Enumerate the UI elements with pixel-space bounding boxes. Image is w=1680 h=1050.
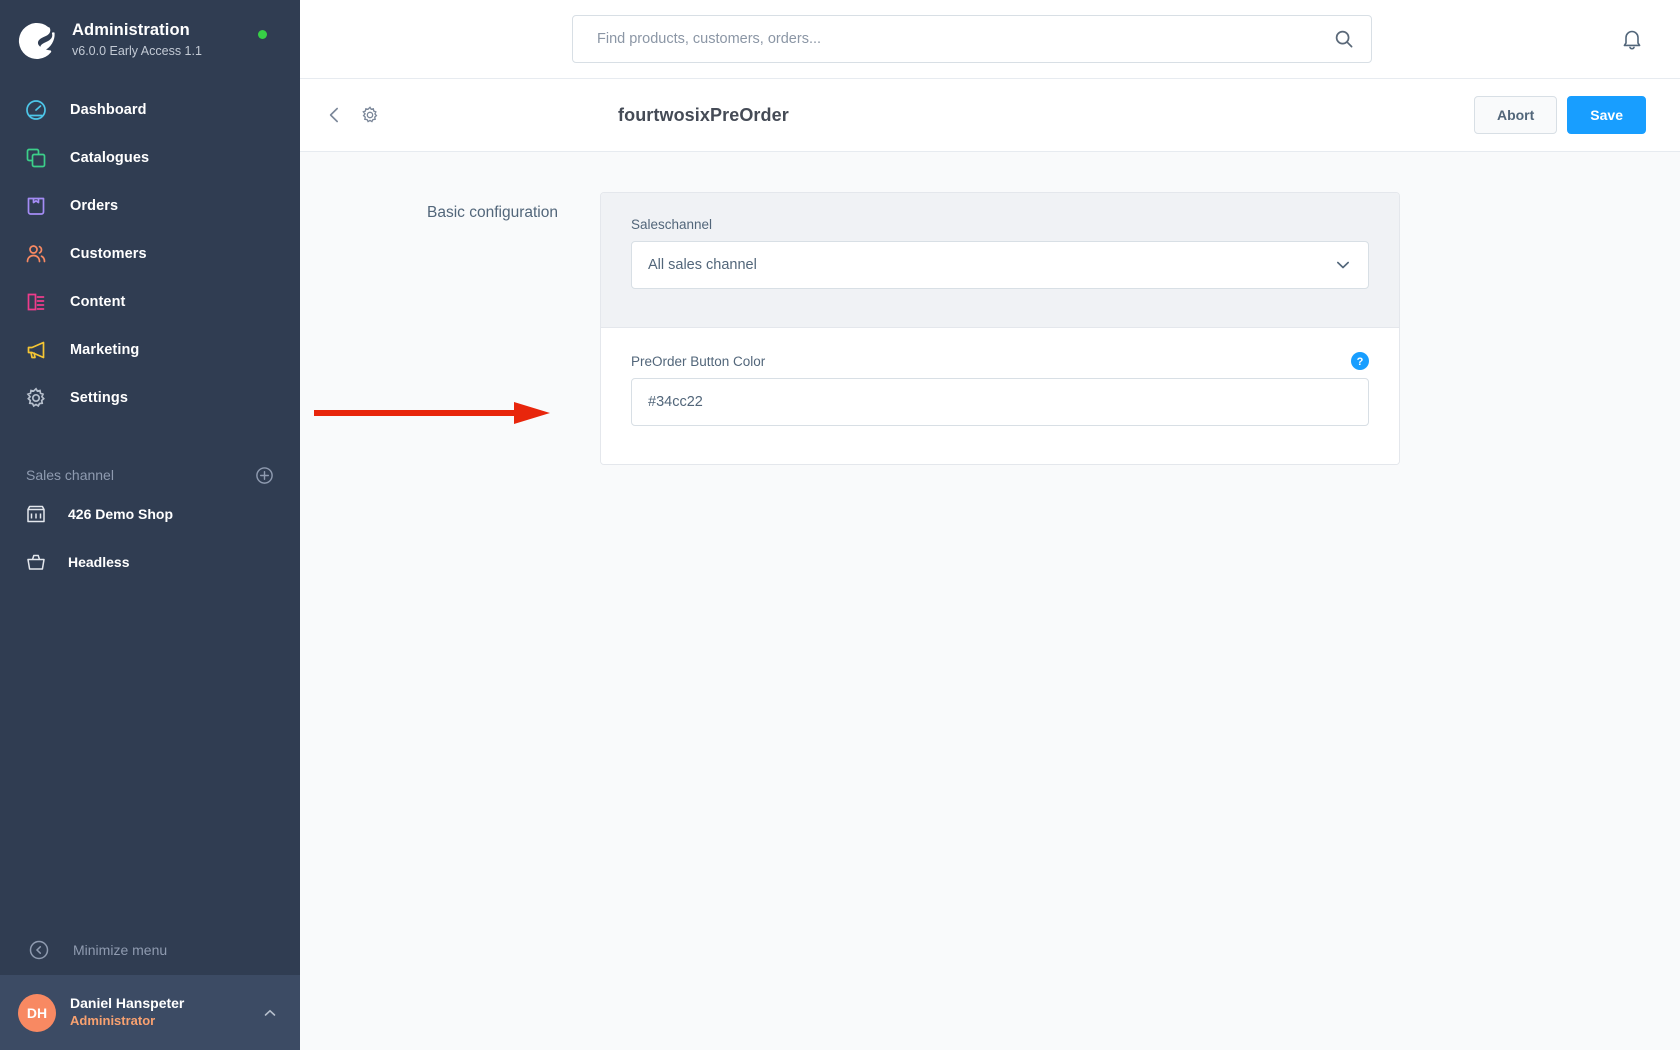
user-role: Administrator: [70, 1013, 156, 1029]
preorder-color-section: PreOrder Button Color ?: [601, 328, 1399, 464]
sidebar-item-label: Marketing: [70, 342, 140, 358]
gear-icon[interactable]: [360, 105, 380, 125]
section-label: Basic configuration: [427, 204, 558, 221]
basic-configuration-card: Saleschannel All sales channel PreOrder …: [600, 192, 1400, 465]
orders-icon: [23, 193, 49, 219]
sidebar-item-label: Catalogues: [70, 150, 150, 166]
brand-title: Administration: [72, 21, 190, 40]
page-header-actions: Abort Save: [1473, 96, 1646, 134]
sidebar-item-headless[interactable]: Headless: [0, 538, 300, 586]
dashboard-icon: [23, 97, 49, 123]
minimize-menu-button[interactable]: Minimize menu: [0, 925, 300, 975]
config-row: Basic configuration Saleschannel All sal…: [300, 152, 1680, 465]
sidebar-item-label: Dashboard: [70, 102, 147, 118]
saleschannel-label: Saleschannel: [631, 217, 713, 232]
marketing-icon: [23, 337, 49, 363]
sidebar-item-settings[interactable]: Settings: [0, 374, 300, 422]
top-bar: [300, 0, 1680, 79]
sidebar-item-catalogues[interactable]: Catalogues: [0, 134, 300, 182]
basket-icon: [25, 551, 47, 573]
chevron-down-icon[interactable]: [1334, 256, 1352, 274]
chevron-left-circle-icon: [26, 937, 52, 963]
bell-icon[interactable]: [1620, 27, 1644, 51]
plus-circle-icon[interactable]: [255, 466, 274, 485]
sidebar-item-label: Orders: [70, 198, 119, 214]
saleschannel-section: Saleschannel All sales channel: [601, 193, 1399, 328]
sidebar-item-customers[interactable]: Customers: [0, 230, 300, 278]
preorder-color-label: PreOrder Button Color: [631, 354, 766, 369]
search-icon[interactable]: [1334, 29, 1354, 49]
chevron-up-icon[interactable]: [262, 1005, 278, 1021]
shopware-logo-icon: [18, 20, 58, 60]
abort-button[interactable]: Abort: [1473, 96, 1558, 134]
storefront-icon: [25, 503, 47, 525]
page-title: fourtwosixPreOrder: [618, 104, 789, 125]
sidebar-item-label: Customers: [70, 246, 147, 262]
sidebar-item-orders[interactable]: Orders: [0, 182, 300, 230]
brand-version: v6.0.0 Early Access 1.1: [72, 43, 202, 58]
catalogues-icon: [23, 145, 49, 171]
sales-channel-header: Sales channel: [0, 460, 300, 490]
sidebar-item-label: Settings: [70, 390, 128, 406]
main-area: fourtwosixPreOrder Abort Save Basic conf…: [300, 0, 1680, 1050]
saleschannel-value: All sales channel: [648, 257, 757, 273]
user-name: Daniel Hanspeter: [70, 994, 185, 1011]
help-circle-icon[interactable]: ?: [1351, 352, 1369, 370]
minimize-menu-label: Minimize menu: [73, 942, 168, 958]
sidebar-item-content[interactable]: Content: [0, 278, 300, 326]
svg-text:?: ?: [1357, 356, 1364, 368]
sidebar-item-label: Headless: [68, 554, 130, 570]
sales-channel-heading: Sales channel: [26, 467, 114, 483]
main-navigation: Dashboard Catalogues Orders Customers Co…: [0, 86, 300, 422]
sidebar-item-label: Content: [70, 294, 126, 310]
sidebar-item-label: 426 Demo Shop: [68, 506, 174, 522]
avatar: DH: [18, 993, 56, 1032]
page-header: fourtwosixPreOrder Abort Save: [300, 79, 1680, 152]
content-icon: [23, 289, 49, 315]
content-area: Basic configuration Saleschannel All sal…: [300, 152, 1680, 1050]
saleschannel-select[interactable]: All sales channel: [631, 241, 1369, 289]
preorder-color-label-row: PreOrder Button Color ?: [631, 352, 1369, 378]
brand-text-block: Administration v6.0.0 Early Access 1.1: [72, 21, 202, 59]
global-search: [572, 15, 1372, 63]
user-account-menu[interactable]: DH Daniel Hanspeter Administrator: [0, 975, 300, 1050]
brand-header[interactable]: Administration v6.0.0 Early Access 1.1: [0, 0, 300, 78]
gear-icon: [23, 385, 49, 411]
search-input[interactable]: [572, 15, 1372, 63]
user-meta: Daniel Hanspeter Administrator: [70, 995, 262, 1030]
chevron-left-icon[interactable]: [324, 104, 346, 126]
sidebar-item-marketing[interactable]: Marketing: [0, 326, 300, 374]
preorder-color-input[interactable]: [631, 378, 1369, 426]
status-dot-online: [258, 30, 267, 39]
save-button[interactable]: Save: [1567, 96, 1646, 134]
sidebar-item-dashboard[interactable]: Dashboard: [0, 86, 300, 134]
customers-icon: [23, 241, 49, 267]
sidebar: Administration v6.0.0 Early Access 1.1 D…: [0, 0, 300, 1050]
sidebar-item-426-demo-shop[interactable]: 426 Demo Shop: [0, 490, 300, 538]
